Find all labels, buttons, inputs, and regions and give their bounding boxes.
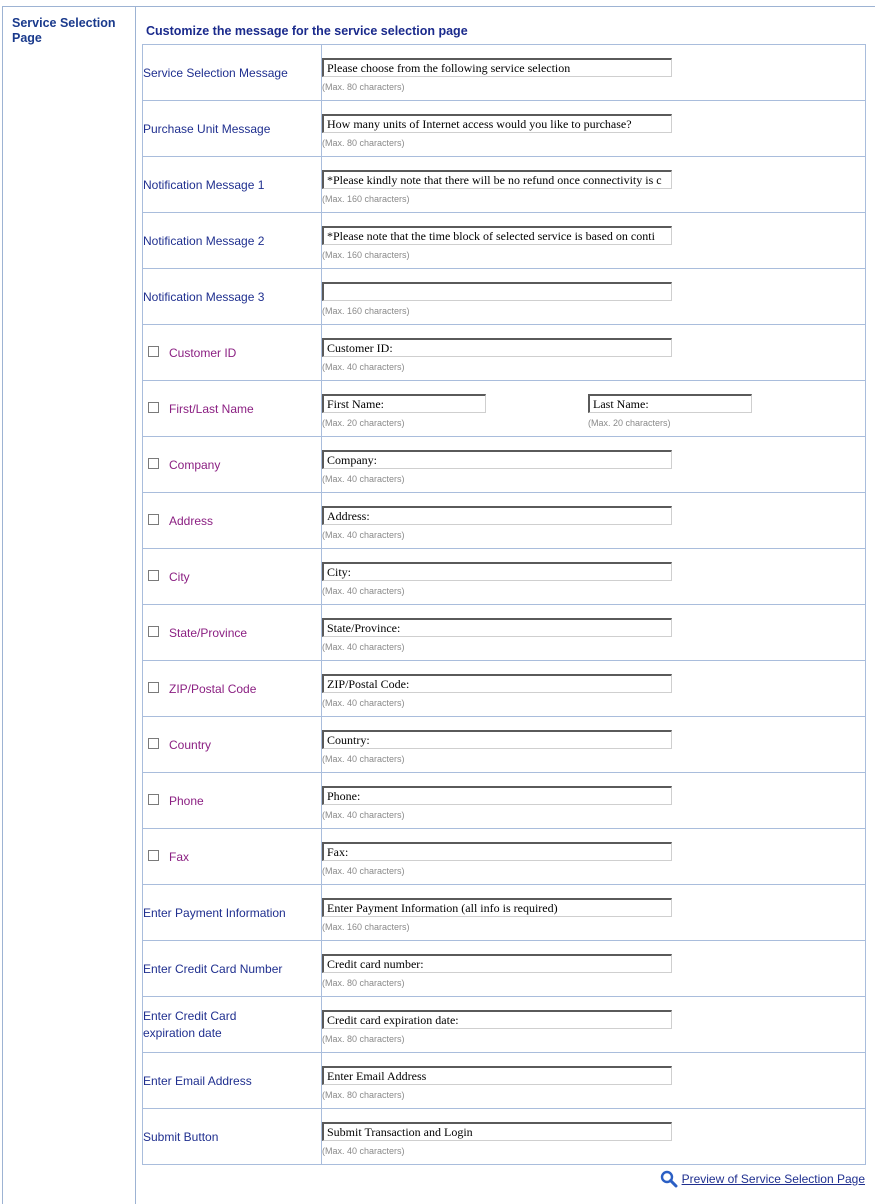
row-label: Service Selection Message bbox=[143, 65, 288, 80]
table-row: Submit Button Submit Transaction and Log… bbox=[142, 1108, 866, 1165]
phone-input[interactable]: Phone: bbox=[322, 785, 672, 805]
preview-link[interactable]: Preview of Service Selection Page bbox=[660, 1170, 865, 1188]
char-limit-hint: (Max. 40 characters) bbox=[322, 809, 405, 820]
char-limit-hint: (Max. 40 characters) bbox=[322, 641, 405, 652]
table-row: Service Selection Message Please choose … bbox=[142, 44, 866, 101]
magnifier-icon bbox=[660, 1170, 678, 1188]
char-limit-hint: (Max. 40 characters) bbox=[322, 697, 405, 708]
char-limit-hint: (Max. 80 characters) bbox=[322, 1089, 405, 1100]
char-limit-hint: (Max. 40 characters) bbox=[322, 473, 405, 484]
country-input[interactable]: Country: bbox=[322, 729, 672, 749]
row-label: State/Province bbox=[169, 625, 248, 640]
row-label: Address bbox=[169, 513, 214, 528]
sidebar bbox=[8, 6, 136, 1204]
char-limit-hint: (Max. 40 characters) bbox=[322, 1145, 405, 1156]
row-label: Company bbox=[169, 457, 221, 472]
section-title: Customize the message for the service se… bbox=[146, 24, 468, 38]
state-province-input[interactable]: State/Province: bbox=[322, 617, 672, 637]
notification-message-3-input[interactable] bbox=[322, 281, 672, 301]
char-limit-hint: (Max. 80 characters) bbox=[322, 137, 405, 148]
checkbox-icon[interactable] bbox=[148, 513, 159, 525]
char-limit-hint: (Max. 80 characters) bbox=[322, 977, 405, 988]
row-label: Purchase Unit Message bbox=[143, 121, 271, 136]
table-row: Country Country: (Max. 40 characters) bbox=[142, 716, 866, 773]
table-row: Purchase Unit Message How many units of … bbox=[142, 100, 866, 157]
checkbox-icon[interactable] bbox=[148, 457, 159, 469]
checkbox-icon[interactable] bbox=[148, 849, 159, 861]
char-limit-hint: (Max. 40 characters) bbox=[322, 753, 405, 764]
address-input[interactable]: Address: bbox=[322, 505, 672, 525]
payment-information-input[interactable]: Enter Payment Information (all info is r… bbox=[322, 897, 672, 917]
checkbox-icon[interactable] bbox=[148, 401, 159, 413]
row-label: Country bbox=[169, 737, 212, 752]
table-row: Enter Credit Card Number Credit card num… bbox=[142, 940, 866, 997]
customer-id-input[interactable]: Customer ID: bbox=[322, 337, 672, 357]
message-settings-table: Service Selection Message Please choose … bbox=[142, 44, 866, 1165]
char-limit-hint: (Max. 40 characters) bbox=[322, 529, 405, 540]
checkbox-icon[interactable] bbox=[148, 681, 159, 693]
zip-postal-code-input[interactable]: ZIP/Postal Code: bbox=[322, 673, 672, 693]
checkbox-icon[interactable] bbox=[148, 345, 159, 357]
company-input[interactable]: Company: bbox=[322, 449, 672, 469]
table-row: Enter Payment Information Enter Payment … bbox=[142, 884, 866, 941]
char-limit-hint: (Max. 80 characters) bbox=[322, 1033, 405, 1044]
char-limit-hint: (Max. 160 characters) bbox=[322, 921, 410, 932]
table-row: Phone Phone: (Max. 40 characters) bbox=[142, 772, 866, 829]
char-limit-hint: (Max. 40 characters) bbox=[322, 865, 405, 876]
row-label: Phone bbox=[169, 793, 204, 808]
table-row: Enter Email Address Enter Email Address … bbox=[142, 1052, 866, 1109]
row-label: Enter Credit Card expiration date bbox=[143, 1008, 237, 1040]
table-row: City City: (Max. 40 characters) bbox=[142, 548, 866, 605]
char-limit-hint: (Max. 20 characters) bbox=[588, 417, 671, 428]
char-limit-hint: (Max. 20 characters) bbox=[322, 417, 405, 428]
table-row: State/Province State/Province: (Max. 40 … bbox=[142, 604, 866, 661]
purchase-unit-message-input[interactable]: How many units of Internet access would … bbox=[322, 113, 672, 133]
checkbox-icon[interactable] bbox=[148, 737, 159, 749]
table-row: Notification Message 1 *Please kindly no… bbox=[142, 156, 866, 213]
row-label: Notification Message 2 bbox=[143, 233, 265, 248]
row-label: Notification Message 1 bbox=[143, 177, 265, 192]
notification-message-2-input[interactable]: *Please note that the time block of sele… bbox=[322, 225, 672, 245]
email-address-input[interactable]: Enter Email Address bbox=[322, 1065, 672, 1085]
char-limit-hint: (Max. 40 characters) bbox=[322, 585, 405, 596]
table-row: Notification Message 3 (Max. 160 charact… bbox=[142, 268, 866, 325]
table-row: ZIP/Postal Code ZIP/Postal Code: (Max. 4… bbox=[142, 660, 866, 717]
service-selection-message-input[interactable]: Please choose from the following service… bbox=[322, 57, 672, 77]
table-row: Fax Fax: (Max. 40 characters) bbox=[142, 828, 866, 885]
char-limit-hint: (Max. 160 characters) bbox=[322, 305, 410, 316]
row-label: Submit Button bbox=[143, 1129, 219, 1144]
row-label: First/Last Name bbox=[169, 401, 254, 416]
char-limit-hint: (Max. 40 characters) bbox=[322, 361, 405, 372]
row-label: Enter Credit Card Number bbox=[143, 961, 283, 976]
checkbox-icon[interactable] bbox=[148, 569, 159, 581]
table-row: Company Company: (Max. 40 characters) bbox=[142, 436, 866, 493]
checkbox-icon[interactable] bbox=[148, 793, 159, 805]
table-row: Enter Credit Card expiration date Credit… bbox=[142, 996, 866, 1053]
table-row: Notification Message 2 *Please note that… bbox=[142, 212, 866, 269]
char-limit-hint: (Max. 80 characters) bbox=[322, 81, 405, 92]
preview-link-label[interactable]: Preview of Service Selection Page bbox=[682, 1172, 865, 1186]
row-label: Enter Payment Information bbox=[143, 905, 286, 920]
checkbox-icon[interactable] bbox=[148, 625, 159, 637]
char-limit-hint: (Max. 160 characters) bbox=[322, 193, 410, 204]
row-label: City bbox=[169, 569, 190, 584]
table-row: Address Address: (Max. 40 characters) bbox=[142, 492, 866, 549]
table-row: Customer ID Customer ID: (Max. 40 charac… bbox=[142, 324, 866, 381]
city-input[interactable]: City: bbox=[322, 561, 672, 581]
row-label: Notification Message 3 bbox=[143, 289, 265, 304]
first-name-input[interactable]: First Name: bbox=[322, 393, 486, 413]
credit-card-number-input[interactable]: Credit card number: bbox=[322, 953, 672, 973]
notification-message-1-input[interactable]: *Please kindly note that there will be n… bbox=[322, 169, 672, 189]
row-label: Customer ID bbox=[169, 345, 237, 360]
row-label: ZIP/Postal Code bbox=[169, 681, 257, 696]
row-label: Enter Email Address bbox=[143, 1073, 252, 1088]
fax-input[interactable]: Fax: bbox=[322, 841, 672, 861]
credit-card-expiration-input[interactable]: Credit card expiration date: bbox=[322, 1009, 672, 1029]
char-limit-hint: (Max. 160 characters) bbox=[322, 249, 410, 260]
submit-button-text-input[interactable]: Submit Transaction and Login bbox=[322, 1121, 672, 1141]
sidebar-title: Service Selection Page bbox=[12, 16, 116, 45]
table-row: First/Last Name First Name: (Max. 20 cha… bbox=[142, 380, 866, 437]
row-label: Fax bbox=[169, 849, 190, 864]
last-name-input[interactable]: Last Name: bbox=[588, 393, 752, 413]
